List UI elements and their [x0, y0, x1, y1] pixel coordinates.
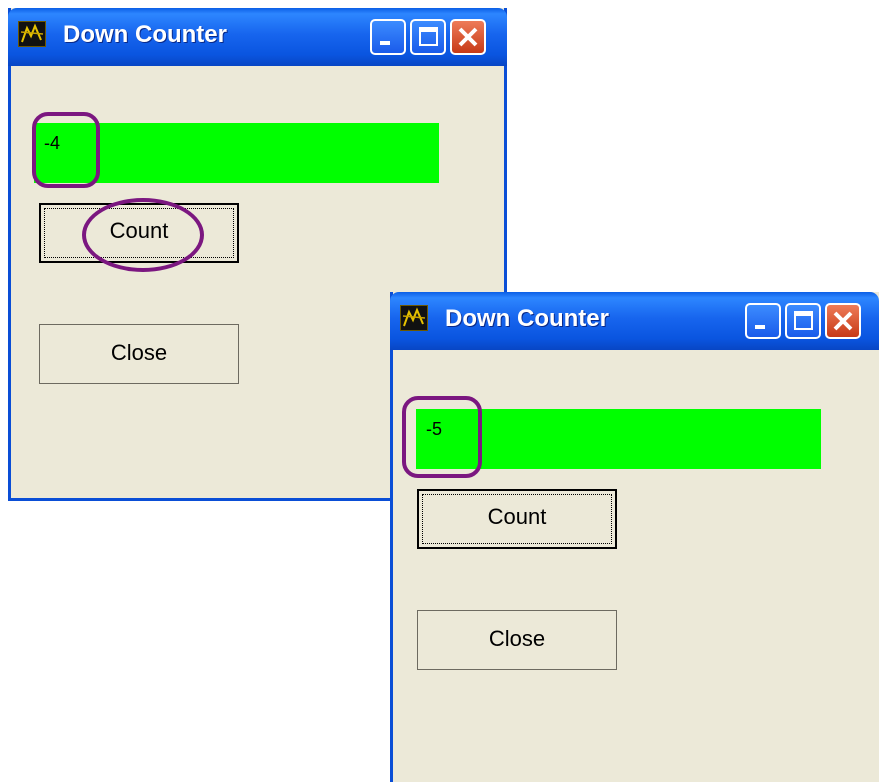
window-title: Down Counter — [445, 305, 609, 332]
close-button[interactable]: Close — [39, 324, 239, 384]
close-icon — [458, 27, 478, 47]
maximize-icon — [419, 27, 438, 46]
counter-display: -5 — [416, 409, 821, 469]
window-title: Down Counter — [63, 21, 227, 48]
minimize-button[interactable] — [745, 303, 781, 339]
minimize-button[interactable] — [370, 19, 406, 55]
maximize-icon — [794, 311, 813, 330]
maximize-button[interactable] — [410, 19, 446, 55]
close-icon — [833, 311, 853, 331]
down-counter-window-2: Down Counter -5 Count Close — [390, 292, 879, 782]
count-button[interactable]: Count — [39, 203, 239, 263]
maximize-button[interactable] — [785, 303, 821, 339]
counter-value: -5 — [426, 419, 443, 439]
app-icon[interactable] — [400, 305, 428, 331]
close-window-button[interactable] — [450, 19, 486, 55]
count-button[interactable]: Count — [417, 489, 617, 549]
counter-value: -4 — [44, 133, 61, 153]
focus-rectangle — [44, 208, 234, 258]
close-button-label: Close — [110, 340, 168, 365]
minimize-icon — [380, 41, 390, 45]
focus-rectangle — [422, 494, 612, 544]
title-bar[interactable]: Down Counter — [390, 292, 879, 350]
close-button[interactable]: Close — [417, 610, 617, 670]
title-bar[interactable]: Down Counter — [8, 8, 507, 66]
close-button-label: Close — [488, 626, 546, 651]
counter-display: -4 — [34, 123, 439, 183]
minimize-icon — [755, 325, 765, 329]
close-window-button[interactable] — [825, 303, 861, 339]
app-icon[interactable] — [18, 21, 46, 47]
